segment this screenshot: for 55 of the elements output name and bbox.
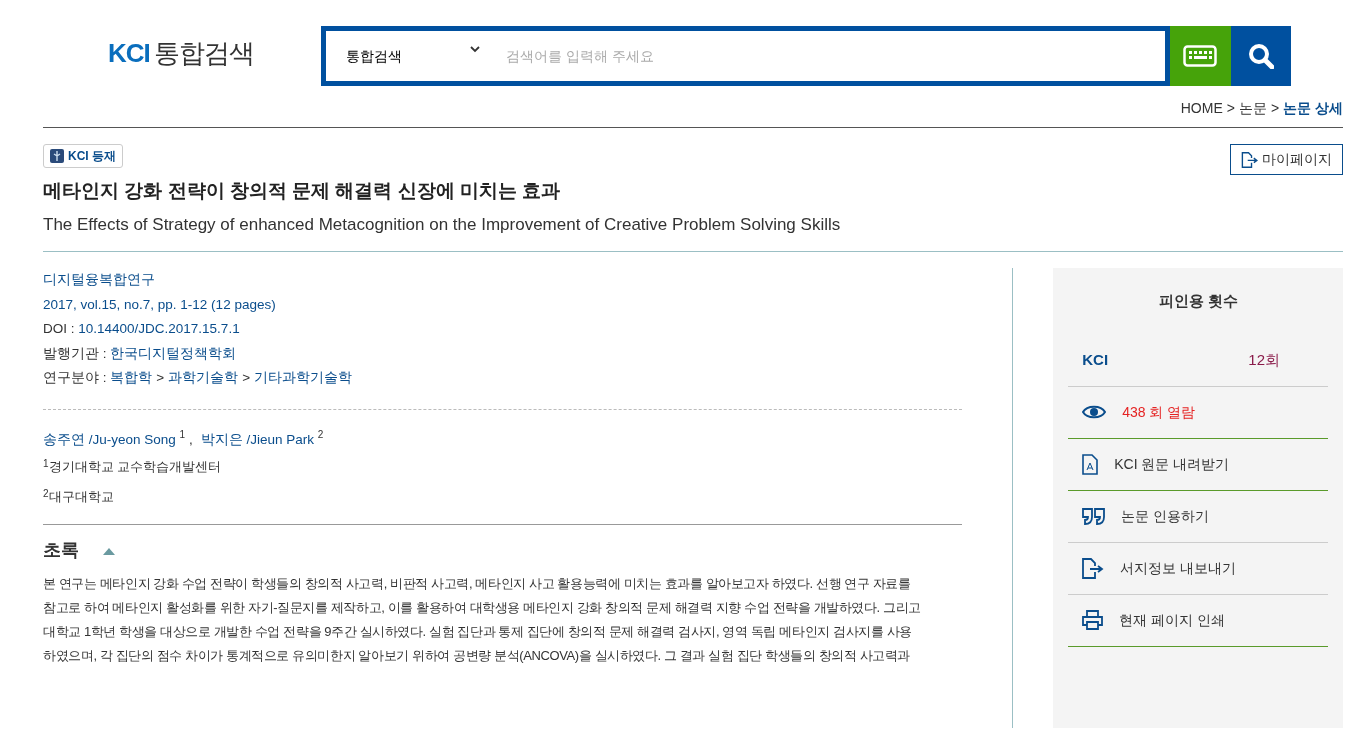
search-field[interactable]: 통합검색 검색어를 입력해 주세요 bbox=[320, 26, 1170, 86]
field-label: 연구분야 : bbox=[43, 370, 108, 385]
action-link[interactable]: 현재 페이지 인쇄 bbox=[1119, 609, 1225, 631]
breadcrumb-link[interactable]: HOME bbox=[1180, 100, 1223, 116]
panel-heading: 피인용 횟수 bbox=[1157, 291, 1239, 311]
search-icon bbox=[1247, 43, 1274, 69]
doi-link[interactable]: 10.14400/JDC.2017.15.7.1 bbox=[78, 321, 240, 336]
publisher-label: 발행기관 : bbox=[43, 345, 108, 361]
footnote-mark: 1 bbox=[43, 457, 49, 469]
pdf-file-icon bbox=[1082, 453, 1099, 475]
paper-title: 메타인지 강화 전략이 창의적 문제 해결력 신장에 미치는 효과 bbox=[43, 179, 562, 203]
breadcrumb-link[interactable]: 논문 bbox=[1238, 100, 1267, 116]
chevron-down-icon bbox=[469, 45, 480, 53]
field-link[interactable]: 과학기술학 bbox=[168, 370, 239, 385]
citation-count: 12회 bbox=[1248, 349, 1280, 370]
breadcrumb-current: 논문 상세 bbox=[1283, 100, 1343, 116]
affiliation: 경기대학교 교수학습개발센터 bbox=[48, 458, 222, 474]
field-link[interactable]: 복합학 bbox=[110, 370, 153, 385]
doi-label: DOI : bbox=[43, 321, 76, 336]
author-link[interactable]: 송주연 /Ju-yeon Song bbox=[43, 431, 176, 447]
field-link[interactable]: 기타과학기술학 bbox=[254, 370, 353, 385]
affiliation: 대구대학교 bbox=[48, 488, 114, 504]
issue-link[interactable]: 2017, vol.15, no.7, pp. 1-12 (12 pages) bbox=[43, 292, 963, 317]
footnote-mark: 2 bbox=[43, 487, 49, 499]
comma: , bbox=[188, 431, 193, 447]
action-link[interactable]: KCI 원문 내려받기 bbox=[1114, 453, 1230, 475]
keyboard-icon bbox=[1183, 45, 1218, 67]
site-logo[interactable]: KCI 통합검색 bbox=[108, 34, 254, 73]
citation-source: KCI bbox=[1082, 349, 1109, 370]
breadcrumb-separator: > bbox=[1226, 100, 1235, 116]
abstract-text: 본 연구는 메타인지 강화 수업 전략이 학생들의 창의적 사고력, 비판적 사고력, 메타인지 사고 활용능력에 미치는 효과를 알아보고자 하였다. 선행 연구 자료를 참고로 하여 메타인지 활성화를 위한 자기-질문지를 제작하고, 이를 활용하여 대학생용 메타인지 강화 창의적 문제 해결력 지향 수업 전략을 개발하였다. 그리고 대학교 1학년 학생을 대상으로 개발한 수업 전략을 9주간 실시하였다. 실험 집단과 통제 집단에 창의적 문제 해결력 검사지, 영역 독립 메타인지 검사지를 사용 하였으며, 각 집단의 점수 차이가 통계적으로 유의미한지 알아보기 위하여 공변량 분석(ANCOVA)을 실시하였다. 그 결과 실험 집단 학생들의 창의적 사고력과 bbox=[43, 574, 921, 665]
export-icon bbox=[1241, 151, 1259, 168]
breadcrumb-separator: > bbox=[1270, 100, 1280, 116]
search-button[interactable] bbox=[1230, 26, 1291, 86]
section-heading: 초록 bbox=[43, 538, 79, 562]
kci-logo-icon bbox=[50, 149, 64, 163]
footnote-mark: 1 bbox=[179, 428, 186, 440]
view-count: 438 회 열람 bbox=[1122, 402, 1196, 422]
paper-english-title: The Effects of Strategy of enhanced Metacognition on the Improvement of Creative Problem Solving Skills bbox=[43, 211, 1343, 252]
footnote-mark: 2 bbox=[317, 428, 324, 440]
journal-link[interactable]: 디지털융복합연구 bbox=[43, 268, 963, 293]
breadcrumb-separator: > bbox=[156, 370, 165, 385]
action-link[interactable]: 서지정보 내보내기 bbox=[1120, 557, 1237, 579]
kci-badge: KCI 등재 bbox=[43, 144, 123, 168]
action-link[interactable]: 논문 인용하기 bbox=[1121, 505, 1210, 527]
export-icon bbox=[1082, 557, 1105, 579]
printer-icon bbox=[1082, 610, 1104, 630]
quote-icon bbox=[1082, 507, 1106, 525]
eye-icon bbox=[1082, 404, 1107, 420]
publisher-link[interactable]: 한국디지털정책학회 bbox=[110, 345, 237, 361]
caret-up-icon bbox=[103, 547, 115, 555]
mypage-button[interactable]: 마이페이지 bbox=[1230, 144, 1343, 175]
author-link[interactable]: 박지은 /Jieun Park bbox=[200, 431, 314, 447]
breadcrumb-separator: > bbox=[242, 370, 251, 385]
scope-dropdown[interactable]: 통합검색 bbox=[325, 44, 486, 68]
